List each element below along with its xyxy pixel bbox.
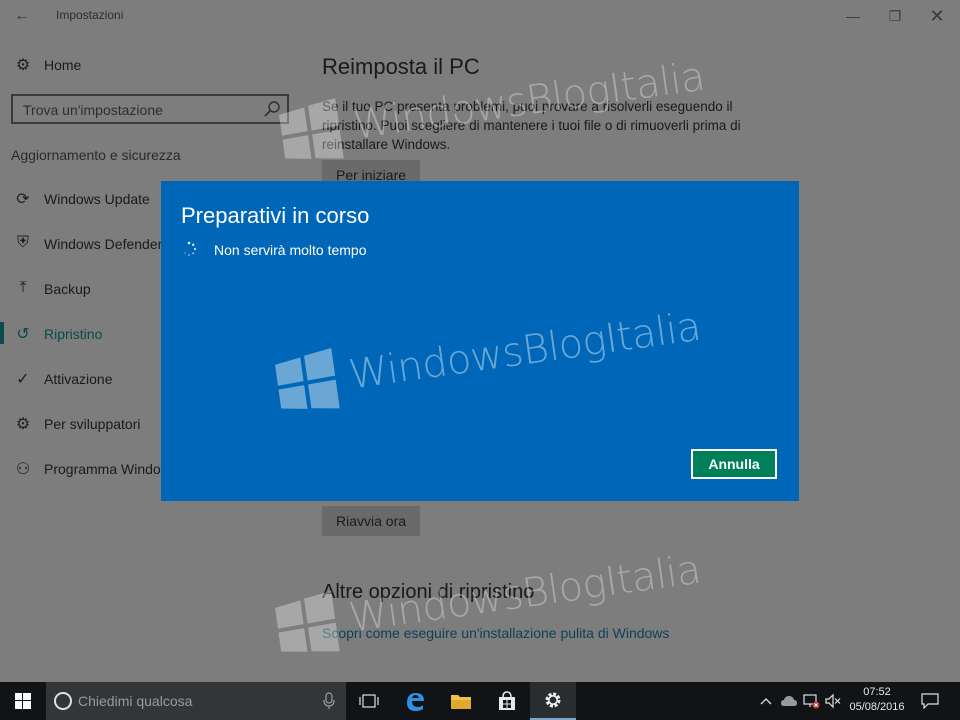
windows-logo-icon bbox=[275, 590, 340, 652]
task-view-button[interactable] bbox=[346, 682, 392, 720]
dialog-title: Preparativi in corso bbox=[181, 203, 370, 228]
windows-logo-icon bbox=[279, 97, 344, 159]
microphone-icon[interactable] bbox=[322, 692, 336, 710]
gear-icon: ⚙ bbox=[15, 57, 31, 74]
sidebar-item-label: Backup bbox=[44, 281, 91, 297]
active-indicator bbox=[0, 322, 4, 344]
clock-time: 07:52 bbox=[863, 686, 891, 698]
taskbar: Chiedimi qualcosa 07:52 05/08/2016 bbox=[0, 682, 960, 720]
windows-logo-icon bbox=[275, 347, 340, 409]
settings-search-input[interactable]: Trova un'impostazione bbox=[11, 94, 289, 124]
upload-arrow-icon: ⤒ bbox=[19, 279, 27, 296]
file-explorer-button[interactable] bbox=[438, 682, 484, 720]
sidebar-item-label: Attivazione bbox=[44, 371, 113, 387]
sync-icon: ⟳ bbox=[16, 191, 30, 208]
sidebar-item-label: Windows Update bbox=[44, 191, 150, 207]
store-button[interactable] bbox=[484, 682, 530, 720]
settings-icon bbox=[545, 692, 561, 708]
restart-now-button[interactable]: Riavvia ora bbox=[322, 506, 421, 536]
onedrive-tray-button[interactable] bbox=[778, 682, 800, 720]
section-title: Aggiornamento e sicurezza bbox=[11, 147, 181, 163]
sidebar-item-home[interactable]: ⚙ Home bbox=[0, 48, 300, 82]
loading-spinner-icon bbox=[183, 241, 197, 256]
task-view-icon bbox=[359, 694, 379, 708]
close-button[interactable]: ✕ bbox=[914, 0, 960, 32]
edge-icon bbox=[407, 693, 424, 711]
network-disconnected-icon bbox=[803, 694, 820, 709]
taskbar-clock[interactable]: 07:52 05/08/2016 bbox=[844, 685, 910, 715]
show-hidden-icons-button[interactable] bbox=[756, 682, 776, 720]
cortana-placeholder: Chiedimi qualcosa bbox=[78, 693, 193, 709]
action-center-button[interactable] bbox=[914, 682, 946, 720]
shield-icon: ⛨ bbox=[16, 234, 29, 251]
cloud-icon bbox=[781, 696, 797, 706]
store-icon bbox=[499, 691, 515, 710]
window-title: Impostazioni bbox=[56, 8, 124, 22]
title-bar: ← Impostazioni — ❐ ✕ bbox=[0, 0, 960, 32]
back-arrow-icon[interactable]: ← bbox=[10, 5, 34, 27]
settings-taskbar-button[interactable] bbox=[530, 682, 576, 720]
minimize-button[interactable]: — bbox=[830, 0, 876, 32]
search-placeholder: Trova un'impostazione bbox=[23, 102, 163, 118]
start-button[interactable] bbox=[0, 682, 46, 720]
file-explorer-icon bbox=[451, 695, 471, 709]
cortana-icon bbox=[54, 692, 72, 710]
sidebar-item-label: Home bbox=[44, 57, 82, 73]
checkmark-circle-icon: ✓ bbox=[16, 371, 30, 388]
sidebar-item-label: Per sviluppatori bbox=[44, 416, 141, 432]
maximize-button[interactable]: ❐ bbox=[872, 0, 918, 32]
dialog-message: Non servirà molto tempo bbox=[214, 242, 367, 258]
chevron-up-icon bbox=[760, 698, 772, 705]
sidebar-item-label: Windows Defender bbox=[44, 236, 163, 252]
person-icon: ⚇ bbox=[15, 461, 31, 478]
volume-muted-icon bbox=[825, 693, 841, 709]
cortana-search-box[interactable]: Chiedimi qualcosa bbox=[46, 682, 346, 720]
developer-tools-icon: ⚙ bbox=[15, 416, 31, 433]
windows-start-icon bbox=[15, 693, 31, 709]
notification-icon bbox=[921, 693, 939, 709]
history-icon: ↺ bbox=[16, 326, 30, 343]
sidebar-item-label: Ripristino bbox=[44, 326, 103, 342]
page-title: Reimposta il PC bbox=[322, 54, 480, 79]
volume-tray-button[interactable] bbox=[822, 682, 844, 720]
network-tray-button[interactable] bbox=[800, 682, 822, 720]
cancel-button[interactable]: Annulla bbox=[691, 449, 777, 479]
clock-date: 05/08/2016 bbox=[849, 701, 905, 713]
edge-button[interactable] bbox=[392, 682, 438, 720]
